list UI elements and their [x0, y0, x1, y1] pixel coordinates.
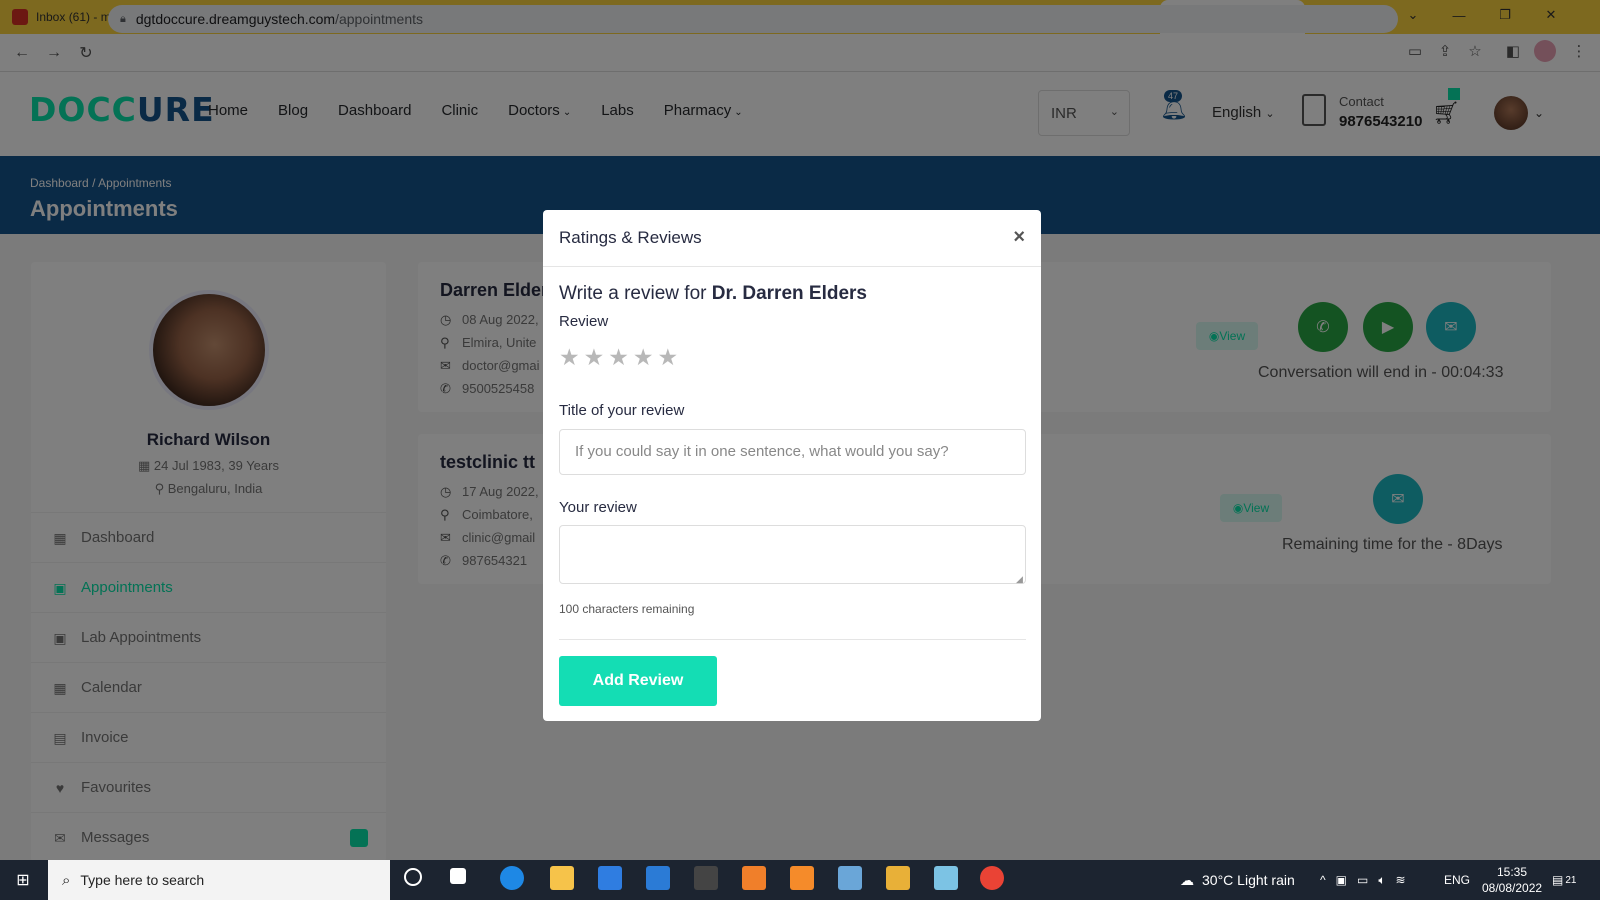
- clock-time: 15:35: [1496, 865, 1528, 879]
- star-icon[interactable]: ★: [608, 345, 629, 369]
- paint-icon[interactable]: [934, 866, 958, 890]
- edge-icon[interactable]: [500, 866, 524, 890]
- volume-icon[interactable]: 🔈︎: [1378, 873, 1385, 888]
- weather-widget[interactable]: ☁ 30°C Light rain: [1180, 860, 1295, 900]
- wifi-icon[interactable]: ≋: [1396, 873, 1406, 887]
- star-rating[interactable]: ★ ★ ★ ★ ★: [559, 345, 678, 369]
- cortana-icon[interactable]: [404, 868, 422, 886]
- review-textarea[interactable]: [559, 525, 1026, 584]
- review-heading: Write a review for Dr. Darren Elders: [559, 283, 867, 305]
- network-icon[interactable]: ▣: [1336, 873, 1347, 887]
- close-icon[interactable]: ×: [1013, 226, 1025, 249]
- notification-center-icon[interactable]: ▤ 21: [1552, 860, 1576, 900]
- system-tray: ^ ▣ ▭ 🔈︎ ≋: [1320, 860, 1406, 900]
- review-doctor-name: Dr. Darren Elders: [711, 283, 867, 304]
- input-language[interactable]: ENG: [1444, 860, 1470, 900]
- star-icon[interactable]: ★: [584, 345, 605, 369]
- sublime-icon[interactable]: [790, 866, 814, 890]
- file-explorer-icon[interactable]: [550, 866, 574, 890]
- review-title-input[interactable]: If you could say it in one sentence, wha…: [559, 429, 1026, 475]
- weather-text: 30°C Light rain: [1202, 872, 1295, 888]
- taskbar-search[interactable]: ⌕ Type here to search: [48, 860, 390, 900]
- cloud-rain-icon: ☁: [1180, 871, 1194, 888]
- star-icon[interactable]: ★: [658, 345, 679, 369]
- notification-count: 21: [1565, 874, 1577, 886]
- windows-start-icon[interactable]: ⊞: [0, 860, 46, 900]
- mail-icon[interactable]: [646, 866, 670, 890]
- taskbar-search-placeholder: Type here to search: [80, 872, 205, 888]
- modal-header: Ratings & Reviews: [543, 210, 1041, 267]
- add-review-button[interactable]: Add Review: [559, 656, 717, 706]
- review-modal: Ratings & Reviews × Write a review for D…: [543, 210, 1041, 721]
- star-icon[interactable]: ★: [633, 345, 654, 369]
- chrome-icon[interactable]: [980, 866, 1004, 890]
- app-icon[interactable]: [886, 866, 910, 890]
- review-label: Review: [559, 313, 609, 330]
- store-icon[interactable]: [598, 866, 622, 890]
- review-title-label: Title of your review: [559, 402, 685, 419]
- clock-date: 08/08/2022: [1482, 881, 1543, 895]
- xampp-icon[interactable]: [742, 866, 766, 890]
- divider: [559, 639, 1026, 640]
- search-icon: ⌕: [62, 871, 71, 889]
- task-view-icon[interactable]: [450, 868, 466, 884]
- clock[interactable]: 15:35 08/08/2022: [1482, 864, 1542, 896]
- review-text-label: Your review: [559, 499, 637, 516]
- resize-handle-icon[interactable]: ◢: [1016, 574, 1023, 585]
- modal-title: Ratings & Reviews: [559, 228, 702, 247]
- chevron-up-icon[interactable]: ^: [1320, 873, 1326, 887]
- settings-icon[interactable]: [694, 866, 718, 890]
- notepad-icon[interactable]: [838, 866, 862, 890]
- review-heading-prefix: Write a review for: [559, 283, 707, 304]
- chars-remaining: 100 characters remaining: [559, 602, 695, 616]
- battery-icon[interactable]: ▭: [1357, 873, 1368, 887]
- star-icon[interactable]: ★: [559, 345, 580, 369]
